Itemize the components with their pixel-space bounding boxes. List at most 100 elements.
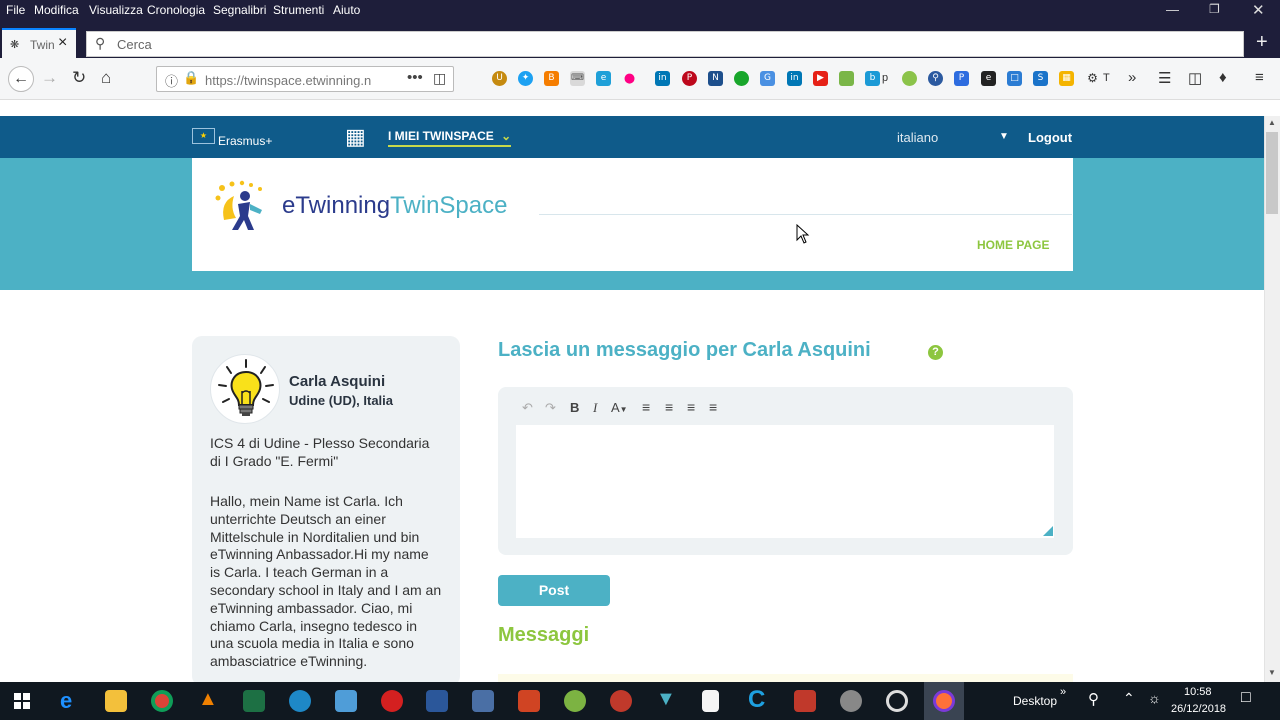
back-icon[interactable]: ← [8,66,34,92]
word-icon[interactable] [426,690,448,712]
tray-chevron-icon[interactable]: ⌃ [1123,690,1135,707]
pinterest-icon[interactable]: P [682,71,697,86]
miei-twinspace-menu[interactable]: I MIEI TWINSPACE ⌄ [388,129,512,147]
erasmus-label[interactable]: Erasmus+ [218,134,272,148]
edge-icon[interactable]: e [60,688,72,714]
hamburger-menu-icon[interactable]: ≡ [1255,69,1264,86]
network-icon[interactable]: ☼ [1148,690,1161,706]
tab-close-icon[interactable]: × [58,34,67,52]
youtube-icon[interactable]: ▶ [813,71,828,86]
bold-icon[interactable]: B [570,400,579,415]
menu-strumenti[interactable]: Strumenti [273,3,324,17]
resize-handle-icon[interactable] [1043,526,1053,536]
language-dropdown-icon[interactable]: ▼ [999,131,1009,142]
app-green-icon[interactable] [564,690,586,712]
excel-icon[interactable] [243,690,265,712]
search-bar[interactable]: ⚲ Cerca [86,31,1244,57]
extension-n-icon[interactable]: N [708,71,723,86]
extension-gear-icon[interactable]: ⚙ [1085,71,1100,86]
app-c-icon[interactable]: C [748,686,765,714]
vlc-icon[interactable]: ▲ [198,688,218,711]
forward-icon[interactable]: → [41,68,58,88]
edpuzzle-icon[interactable]: e [596,71,611,86]
linkedin-icon[interactable]: in [655,71,670,86]
keyboard-icon[interactable]: ⌨ [570,71,585,86]
post-button[interactable]: Post [498,575,610,606]
clock-date[interactable]: 26/12/2018 [1171,703,1226,715]
close-window-icon[interactable]: ✕ [1252,1,1265,19]
minimize-icon[interactable]: — [1166,2,1179,17]
menu-aiuto[interactable]: Aiuto [333,3,360,17]
home-icon[interactable]: ⌂ [101,68,111,88]
etwinning-logo-icon[interactable] [214,180,274,232]
evernote-icon[interactable]: ♦ [1219,69,1227,86]
extension-s-icon[interactable]: S [1033,71,1048,86]
firefox-taskbar-item[interactable] [924,682,964,720]
info-icon[interactable]: ⓘ [165,71,178,90]
desktop-chevron-icon[interactable]: » [1060,686,1066,698]
menu-segnalibri[interactable]: Segnalibri [213,3,266,17]
clock-time[interactable]: 10:58 [1184,686,1212,698]
page-actions-icon[interactable]: ••• [407,69,423,86]
url-bar[interactable]: ⓘ 🔒 https://twinspace.etwinning.n ••• ◫ [156,66,454,92]
sidebar-icon[interactable]: ◫ [1188,69,1202,87]
extension-leaf-icon[interactable] [902,71,917,86]
scroll-up-icon[interactable]: ▲ [1268,118,1276,127]
url-text[interactable]: https://twinspace.etwinning.n [205,73,373,88]
library-icon[interactable]: ☰ [1158,69,1171,87]
align-center-icon[interactable]: ≡ [665,399,673,415]
scroll-down-icon[interactable]: ▼ [1268,668,1276,677]
people-icon[interactable]: ⚲ [1088,690,1099,708]
restore-icon[interactable]: ❐ [1209,2,1220,16]
tab-twinspace[interactable]: ❋ Twin × [2,28,76,58]
overflow-chevron-icon[interactable]: » [1128,69,1136,86]
file-explorer-icon[interactable] [105,690,127,712]
new-tab-icon[interactable]: + [1256,31,1268,54]
notifications-icon[interactable]: □ [1241,689,1251,707]
menu-visualizza[interactable]: Visualizza [89,3,143,17]
lock-icon[interactable]: 🔒 [183,70,199,86]
undo-icon[interactable]: ↶ [522,400,533,416]
align-right-icon[interactable]: ≡ [687,399,695,415]
blogger-icon[interactable]: B [544,71,559,86]
extension-search-icon[interactable]: ⚲ [928,71,943,86]
twitter-icon[interactable]: ✦ [518,71,533,86]
avatar[interactable] [210,354,280,424]
logout-link[interactable]: Logout [1028,130,1072,145]
menu-cronologia[interactable]: Cronologia [147,3,205,17]
app-blue-icon[interactable] [289,690,311,712]
app-gray-icon[interactable] [840,690,862,712]
font-color-icon[interactable]: A▼ [611,400,628,415]
app-triangle-icon[interactable]: ▼ [656,688,676,711]
extension-p2-icon[interactable]: P [954,71,969,86]
green-dot-icon[interactable] [734,71,749,86]
message-textarea[interactable] [516,425,1054,538]
app-chart-icon[interactable] [472,690,494,712]
app-orange-icon[interactable] [518,690,540,712]
redo-icon[interactable]: ↷ [545,400,556,416]
windows-start-icon[interactable] [14,693,30,709]
extension-b-icon[interactable]: b [865,71,880,86]
chrome-icon[interactable] [151,690,173,712]
app-box-icon[interactable] [335,690,357,712]
scroll-thumb[interactable] [1266,132,1278,214]
colorful-grid-icon[interactable] [839,71,854,86]
translate-icon[interactable]: G [760,71,775,86]
profile-name[interactable]: Carla Asquini [289,373,385,390]
extension-u-icon[interactable]: U [492,71,507,86]
app-gem-icon[interactable] [794,690,816,712]
italic-icon[interactable]: I [593,400,597,416]
extension-e-icon[interactable]: e [981,71,996,86]
app-red-icon[interactable] [381,690,403,712]
desktop-label[interactable]: Desktop [1013,694,1057,708]
app-round-red-icon[interactable] [610,690,632,712]
language-select[interactable]: italiano [897,130,938,145]
app-document-icon[interactable] [702,690,719,712]
extension-monitor-icon[interactable]: □ [1007,71,1022,86]
app-ring-icon[interactable] [886,690,908,712]
extension-grid-icon[interactable]: ▦ [1059,71,1074,86]
pocket-icon[interactable]: ◫ [433,70,446,87]
apps-grid-icon[interactable]: ▦ [345,126,366,148]
reload-icon[interactable]: ↻ [72,68,86,88]
menu-file[interactable]: File [6,3,25,17]
